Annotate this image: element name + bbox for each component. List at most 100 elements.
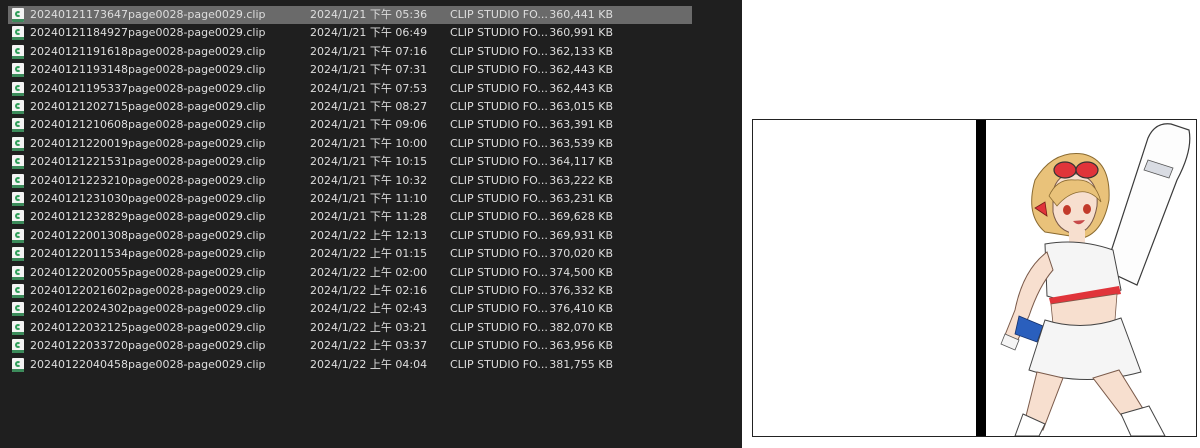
- clip-file-icon: [12, 26, 24, 41]
- eye-left: [1063, 205, 1071, 215]
- file-name: 20240121195337page0028-page0029.clip: [30, 81, 266, 95]
- file-name: 20240122024302page0028-page0029.clip: [30, 302, 266, 316]
- pleated-skirt: [1028, 317, 1142, 381]
- file-row[interactable]: 20240122033720page0028-page0029.clip 2024…: [8, 337, 692, 355]
- file-name: 20240121210608page0028-page0029.clip: [30, 118, 266, 132]
- file-name: 20240121173647page0028-page0029.clip: [30, 8, 266, 21]
- file-row[interactable]: 20240121232829page0028-page0029.clip 2024…: [8, 208, 692, 226]
- file-row[interactable]: 20240121221531page0028-page0029.clip 2024…: [8, 153, 692, 171]
- file-date-modified: 2024/1/22 上午 02:00: [310, 265, 428, 279]
- file-date-modified: 2024/1/22 上午 03:37: [310, 339, 428, 353]
- clip-file-icon: [12, 265, 24, 280]
- file-size: 363,956 KB: [549, 339, 613, 353]
- file-row[interactable]: 20240122040458page0028-page0029.clip 2024…: [8, 356, 692, 374]
- file-name: 20240121221531page0028-page0029.clip: [30, 155, 266, 169]
- file-date-modified: 2024/1/21 下午 07:31: [310, 63, 428, 77]
- file-date-modified: 2024/1/21 下午 08:27: [310, 100, 428, 113]
- file-type: CLIP STUDIO FO...: [450, 339, 548, 353]
- file-type: CLIP STUDIO FO...: [450, 118, 548, 132]
- clip-file-icon: [12, 339, 24, 354]
- file-size: 362,443 KB: [549, 63, 613, 77]
- file-size: 362,443 KB: [549, 81, 613, 95]
- file-type: CLIP STUDIO FO...: [450, 265, 548, 279]
- clip-file-icon: [12, 118, 24, 133]
- file-row[interactable]: 20240121231030page0028-page0029.clip 2024…: [8, 190, 692, 208]
- file-date-modified: 2024/1/22 上午 01:15: [310, 247, 428, 261]
- file-row[interactable]: 20240122024302page0028-page0029.clip 2024…: [8, 300, 692, 318]
- file-type: CLIP STUDIO FO...: [450, 26, 548, 40]
- file-date-modified: 2024/1/22 上午 04:04: [310, 357, 428, 371]
- file-date-modified: 2024/1/22 上午 12:13: [310, 228, 428, 242]
- file-row[interactable]: 20240121173647page0028-page0029.clip 2024…: [8, 6, 692, 24]
- file-date-modified: 2024/1/22 上午 02:43: [310, 302, 428, 316]
- file-size: 369,628 KB: [549, 210, 613, 224]
- file-date-modified: 2024/1/21 下午 09:06: [310, 118, 428, 132]
- file-size: 382,070 KB: [549, 320, 613, 334]
- file-size: 374,500 KB: [549, 265, 613, 279]
- file-size: 363,015 KB: [549, 100, 613, 113]
- file-type: CLIP STUDIO FO...: [450, 8, 548, 21]
- file-type: CLIP STUDIO FO...: [450, 81, 548, 95]
- clip-file-icon: [12, 155, 24, 170]
- file-row[interactable]: 20240121210608page0028-page0029.clip 2024…: [8, 116, 692, 134]
- file-row[interactable]: 20240122011534page0028-page0029.clip 2024…: [8, 245, 692, 263]
- file-size: 370,020 KB: [549, 247, 613, 261]
- file-date-modified: 2024/1/21 下午 11:10: [310, 192, 428, 205]
- file-type: CLIP STUDIO FO...: [450, 100, 548, 113]
- file-type: CLIP STUDIO FO...: [450, 44, 548, 58]
- file-name: 20240122021602page0028-page0029.clip: [30, 284, 266, 297]
- file-date-modified: 2024/1/21 下午 07:53: [310, 81, 428, 95]
- clip-file-icon: [12, 44, 24, 59]
- anime-girl-illustration: [1000, 123, 1191, 436]
- file-name: 20240121223210page0028-page0029.clip: [30, 173, 266, 187]
- file-row[interactable]: 20240122001308page0028-page0029.clip 2024…: [8, 227, 692, 245]
- file-name: 20240122032125page0028-page0029.clip: [30, 320, 266, 334]
- file-type: CLIP STUDIO FO...: [450, 228, 548, 242]
- file-row[interactable]: 20240121220019page0028-page0029.clip 2024…: [8, 135, 692, 153]
- clip-file-icon: [12, 320, 24, 335]
- file-type: CLIP STUDIO FO...: [450, 192, 548, 205]
- file-name: 20240121232829page0028-page0029.clip: [30, 210, 266, 224]
- file-type: CLIP STUDIO FO...: [450, 302, 548, 316]
- file-name: 20240121193148page0028-page0029.clip: [30, 63, 266, 77]
- file-name: 20240121231030page0028-page0029.clip: [30, 192, 266, 205]
- file-row[interactable]: 20240121202715page0028-page0029.clip 2024…: [8, 98, 692, 116]
- file-date-modified: 2024/1/21 下午 06:49: [310, 26, 428, 40]
- file-size: 363,539 KB: [549, 136, 613, 150]
- file-row[interactable]: 20240121191618page0028-page0029.clip 2024…: [8, 43, 692, 61]
- file-size: 362,133 KB: [549, 44, 613, 58]
- file-row[interactable]: 20240121223210page0028-page0029.clip 2024…: [8, 172, 692, 190]
- file-size: 360,441 KB: [549, 8, 613, 21]
- file-date-modified: 2024/1/21 下午 11:28: [310, 210, 428, 224]
- clip-file-icon: [12, 81, 24, 96]
- file-row[interactable]: 20240121184927page0028-page0029.clip 2024…: [8, 24, 692, 42]
- file-type: CLIP STUDIO FO...: [450, 320, 548, 334]
- raised-arm: [1104, 123, 1191, 286]
- clip-file-icon: [12, 192, 24, 206]
- file-size: 360,991 KB: [549, 26, 613, 40]
- file-row[interactable]: 20240121195337page0028-page0029.clip 2024…: [8, 80, 692, 98]
- clip-file-icon: [12, 63, 24, 78]
- file-row[interactable]: 20240122032125page0028-page0029.clip 2024…: [8, 319, 692, 337]
- file-type: CLIP STUDIO FO...: [450, 63, 548, 77]
- file-type: CLIP STUDIO FO...: [450, 247, 548, 261]
- file-name: 20240121202715page0028-page0029.clip: [30, 100, 266, 113]
- file-row[interactable]: 20240121193148page0028-page0029.clip 2024…: [8, 61, 692, 79]
- clip-file-icon: [12, 173, 24, 188]
- clip-file-icon: [12, 210, 24, 225]
- clip-file-icon: [12, 357, 24, 372]
- file-name: 20240122033720page0028-page0029.clip: [30, 339, 266, 353]
- clip-file-icon: [12, 100, 24, 114]
- file-name: 20240122011534page0028-page0029.clip: [30, 247, 266, 261]
- eye-right: [1083, 204, 1091, 214]
- file-row[interactable]: 20240122020055page0028-page0029.clip 2024…: [8, 264, 692, 282]
- file-date-modified: 2024/1/21 下午 10:00: [310, 136, 428, 150]
- file-name: 20240121184927page0028-page0029.clip: [30, 26, 266, 40]
- file-row[interactable]: 20240122021602page0028-page0029.clip 2024…: [8, 282, 692, 300]
- file-size: 376,332 KB: [549, 284, 613, 297]
- file-size: 369,931 KB: [549, 228, 613, 242]
- file-name: 20240122020055page0028-page0029.clip: [30, 265, 266, 279]
- file-date-modified: 2024/1/22 上午 03:21: [310, 320, 428, 334]
- file-date-modified: 2024/1/21 下午 05:36: [310, 8, 428, 21]
- file-size: 363,391 KB: [549, 118, 613, 132]
